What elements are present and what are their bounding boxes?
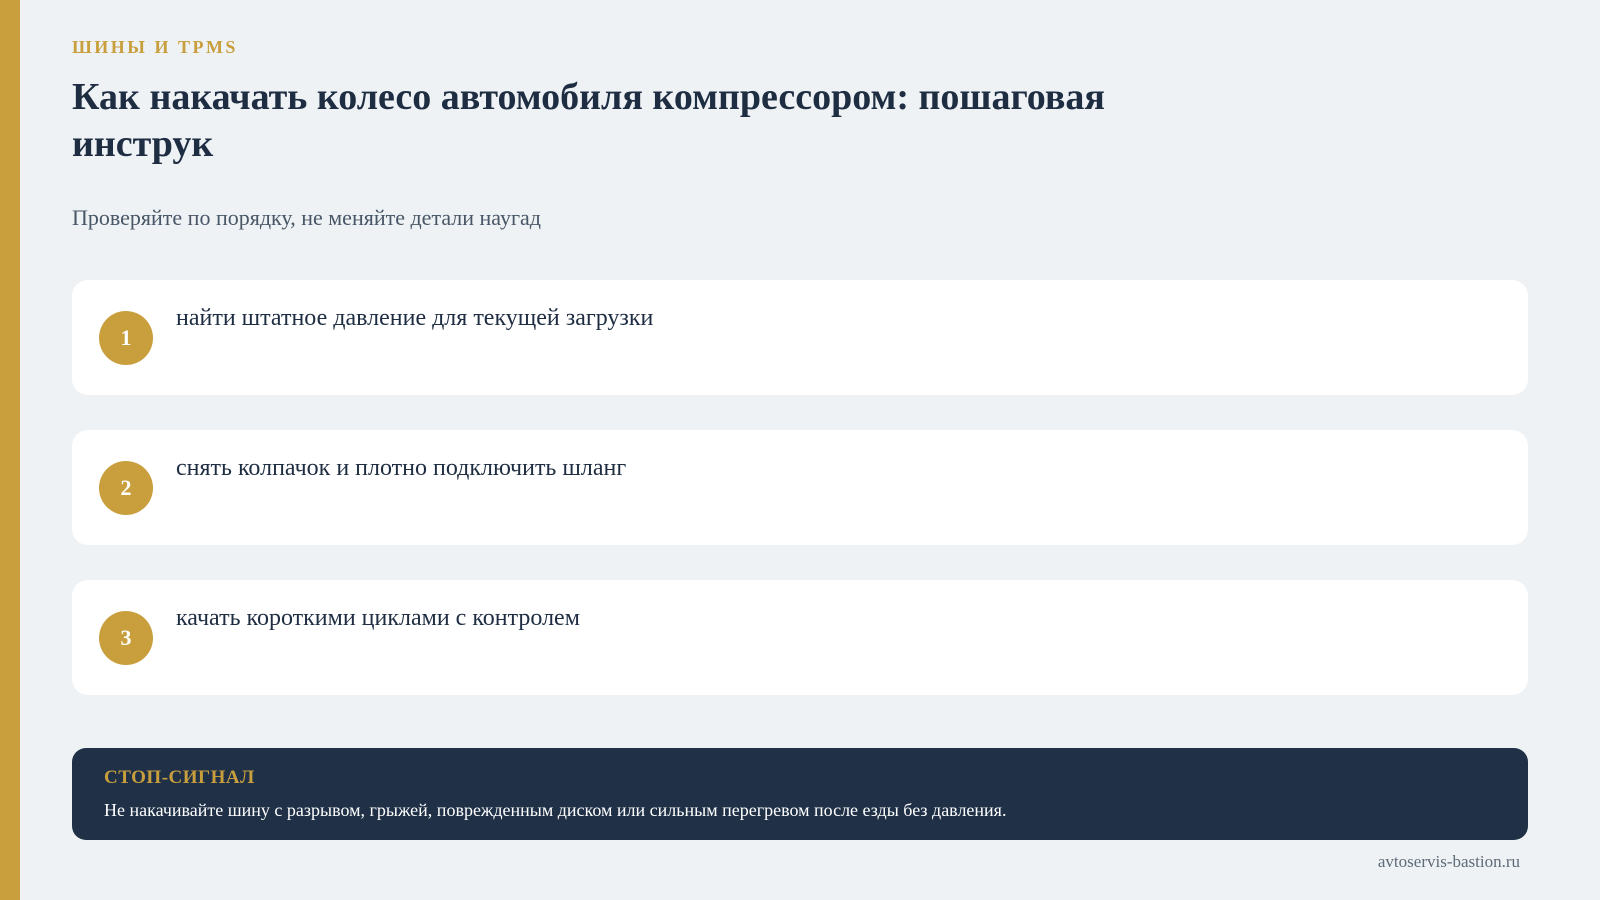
page-title: Как накачать колесо автомобиля компрессо… <box>72 76 1105 165</box>
page-subtitle: Проверяйте по порядку, не меняйте детали… <box>72 205 541 230</box>
accent-bar <box>0 0 20 900</box>
step-card-3: 3 качать короткими циклами с контролем <box>72 580 1528 695</box>
alert-text: Не накачивайте шину с разрывом, грыжей, … <box>104 800 1007 820</box>
step-text: найти штатное давление для текущей загру… <box>176 305 654 331</box>
step-card-1: 1 найти штатное давление для текущей заг… <box>72 280 1528 395</box>
site-domain: avtoservis-bastion.ru <box>1377 852 1520 871</box>
step-number-badge: 2 <box>99 461 153 515</box>
step-text: качать короткими циклами с контролем <box>176 605 580 631</box>
stop-signal-alert: СТОП-СИГНАЛ Не накачивайте шину с разрыв… <box>72 748 1528 840</box>
alert-title: СТОП-СИГНАЛ <box>104 767 255 788</box>
step-number-badge: 3 <box>99 611 153 665</box>
step-text: снять колпачок и плотно подключить шланг <box>176 455 627 481</box>
steps-list: 1 найти штатное давление для текущей заг… <box>72 280 1528 730</box>
step-number-badge: 1 <box>99 311 153 365</box>
category-label: ШИНЫ И TPMS <box>72 37 238 57</box>
step-card-2: 2 снять колпачок и плотно подключить шла… <box>72 430 1528 545</box>
